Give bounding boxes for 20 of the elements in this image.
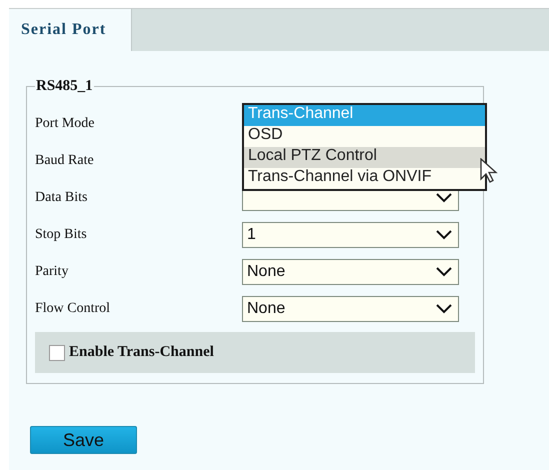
field-label: Baud Rate	[35, 153, 95, 169]
group-title: RS485_1	[35, 78, 94, 95]
select-field[interactable]: None	[242, 259, 459, 285]
select-field[interactable]: None	[242, 296, 459, 322]
field-label: Port Mode	[35, 116, 96, 132]
chevron-down-icon	[436, 267, 452, 277]
checkbox[interactable]	[49, 344, 65, 360]
chevron-down-icon	[436, 193, 452, 203]
checkbox-label: Enable Trans-Channel	[69, 344, 214, 361]
save-button[interactable]: Save	[30, 426, 137, 454]
select-field[interactable]: 1	[242, 222, 459, 248]
tab[interactable]: Serial Port	[9, 9, 132, 51]
dropdown-option[interactable]: Local PTZ Control	[244, 147, 485, 168]
chevron-down-icon	[436, 304, 452, 314]
field-label: Stop Bits	[35, 227, 88, 243]
dropdown-option[interactable]: OSD	[244, 126, 485, 147]
field-label: Parity	[35, 264, 70, 280]
field-label: Data Bits	[35, 190, 88, 206]
chevron-down-icon	[436, 230, 452, 240]
field-label: Flow Control	[35, 301, 112, 317]
